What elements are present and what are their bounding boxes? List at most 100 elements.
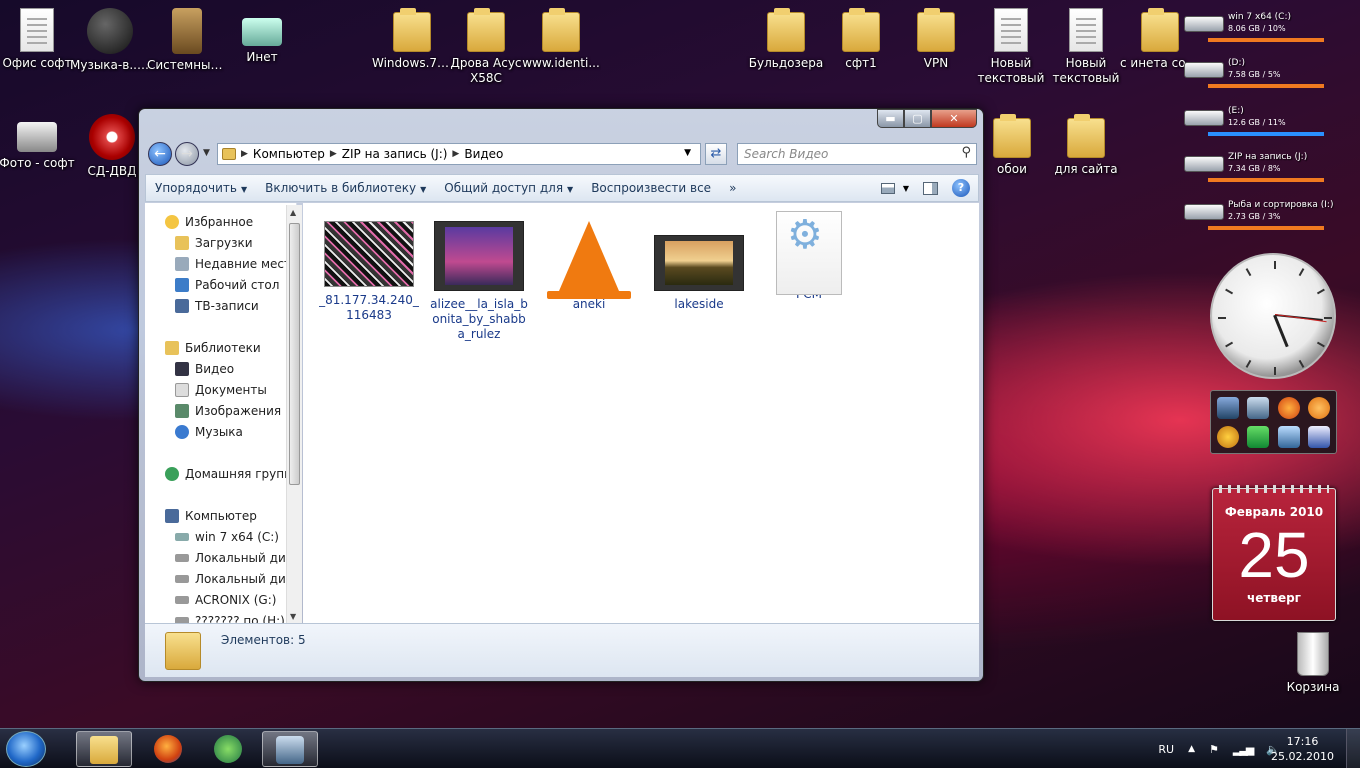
nav-recent-places[interactable]: Недавние места: [175, 255, 296, 273]
minimize-button[interactable]: ▬: [877, 109, 904, 128]
taskbar-explorer[interactable]: [76, 731, 132, 767]
share-with-button[interactable]: Общий доступ для ▼: [435, 181, 582, 195]
action-center-flag-icon[interactable]: ⚑: [1209, 743, 1219, 756]
scrollbar-thumb[interactable]: [289, 223, 300, 485]
desktop-icon-inet[interactable]: Инет: [222, 8, 302, 65]
nav-scrollbar[interactable]: ▲ ▼: [286, 205, 302, 623]
desktop-icon-buldozera[interactable]: Бульдозера: [746, 8, 826, 71]
language-indicator[interactable]: RU: [1158, 743, 1174, 756]
network-icon[interactable]: [1217, 396, 1240, 419]
nav-local-disk-2[interactable]: Локальный диск: [175, 570, 296, 588]
back-button[interactable]: ←: [148, 142, 172, 166]
nav-computer[interactable]: Компьютер: [165, 507, 257, 525]
nav-drive-h[interactable]: ??????? по (H:): [175, 612, 285, 623]
clock-tick: [1218, 317, 1226, 319]
nav-drive-c[interactable]: win 7 x64 (C:): [175, 528, 279, 546]
drive-gadget-d[interactable]: (D:) 7.58 GB / 5%: [1184, 58, 1328, 102]
forward-button[interactable]: →: [175, 142, 199, 166]
nav-local-disk-1[interactable]: Локальный диск: [175, 549, 296, 567]
signal-icon[interactable]: ▂▃▅: [1233, 743, 1254, 756]
desktop-icon-newtext1[interactable]: Новый текстовый ...: [971, 8, 1051, 86]
nav-documents[interactable]: Документы: [175, 381, 267, 399]
nav-video[interactable]: Видео: [175, 360, 234, 378]
taskbar-network-app[interactable]: [262, 731, 318, 767]
include-in-library-button[interactable]: Включить в библиотеку ▼: [256, 181, 435, 195]
desktop-icon-music[interactable]: Музыка-в... софт: [70, 8, 150, 73]
clock-area[interactable]: 17:16 25.02.2010: [1271, 734, 1334, 764]
show-desktop-button[interactable]: [1346, 729, 1360, 768]
refresh-button[interactable]: ⇄: [705, 143, 727, 165]
chevron-right-icon[interactable]: ▶: [330, 149, 337, 159]
preview-pane-button[interactable]: [923, 181, 938, 195]
desktop-icon-windows7[interactable]: Windows.7....: [372, 8, 452, 71]
drive-gadget-j[interactable]: ZIP на запись (J:) 7.34 GB / 8%: [1184, 152, 1328, 196]
play-icon[interactable]: [1247, 425, 1270, 448]
nav-desktop[interactable]: Рабочий стол: [175, 276, 279, 294]
breadcrumb[interactable]: ▶ Компьютер ▶ ZIP на запись (J:) ▶ Видео…: [217, 143, 701, 165]
desktop-icon-identi[interactable]: www.identi...: [521, 8, 601, 71]
breadcrumb-computer[interactable]: Компьютер: [253, 147, 325, 161]
change-view-button[interactable]: ▼: [880, 182, 909, 194]
desktop-icon-newtext2[interactable]: Новый текстовый ...: [1046, 8, 1126, 86]
nav-music[interactable]: Музыка: [175, 423, 243, 441]
nav-favorites[interactable]: Избранное: [165, 213, 253, 231]
desktop-icon-system[interactable]: Системный - софт: [147, 8, 227, 73]
taskbar-firefox[interactable]: [140, 731, 196, 767]
taskbar-media-center[interactable]: [200, 731, 256, 767]
desktop-icon-recycle-bin[interactable]: Корзина: [1273, 632, 1353, 695]
calendar-gadget[interactable]: Февраль 2010 25 четверг: [1212, 485, 1336, 621]
play-all-button[interactable]: Воспроизвести все: [582, 181, 720, 195]
search-icon[interactable]: ⚲: [961, 145, 971, 160]
nav-homegroup[interactable]: Домашняя группа: [165, 465, 296, 483]
folder-icon: [222, 148, 236, 160]
help-button[interactable]: ?: [952, 179, 970, 197]
nav-drive-g[interactable]: ACRONIX (G:): [175, 591, 276, 609]
explorer-window[interactable]: ▬ ▢ ✕ ← → ▼ ▶ Компьютер ▶ ZIP на запись …: [138, 108, 984, 682]
device-icon: [172, 8, 202, 54]
desktop-icon-drivers[interactable]: Дрова Асус X58C: [446, 8, 526, 86]
breadcrumb-video[interactable]: Видео: [464, 147, 503, 161]
desktop-icon-office[interactable]: Офис софт: [0, 8, 77, 71]
clock-gadget[interactable]: [1210, 253, 1336, 379]
drive-gadget-i[interactable]: Рыба и сортировка (I:) 2.73 GB / 3%: [1184, 200, 1333, 244]
more-commands-button[interactable]: »: [720, 181, 745, 195]
display-icon[interactable]: [1247, 396, 1270, 419]
organize-button[interactable]: Упорядочить ▼: [146, 181, 256, 195]
recent-pages-dropdown[interactable]: ▼: [203, 148, 210, 158]
show-hidden-icons[interactable]: ▲: [1188, 744, 1195, 754]
chevron-right-icon[interactable]: ▶: [241, 149, 248, 159]
file-item[interactable]: _81.177.34.240_116483: [319, 221, 419, 323]
desktop-icon-site[interactable]: для сайта: [1046, 114, 1126, 177]
cubes-icon[interactable]: [1277, 425, 1300, 448]
file-item[interactable]: alizee__la_isla_bonita_by_shabba_rulez: [429, 221, 529, 342]
firefox-icon[interactable]: [1277, 396, 1300, 419]
drive-gadget-e[interactable]: (E:) 12.6 GB / 11%: [1184, 106, 1328, 150]
mail-at-icon[interactable]: [1307, 396, 1330, 419]
start-button[interactable]: [6, 731, 46, 767]
drive-gadget-c[interactable]: win 7 x64 (C:) 8.06 GB / 10%: [1184, 12, 1328, 56]
word-icon[interactable]: [1307, 425, 1330, 448]
file-item[interactable]: lakeside: [649, 221, 749, 312]
desktop-icon-vpn[interactable]: VPN: [896, 8, 976, 71]
search-input[interactable]: Search Видео ⚲: [737, 143, 977, 165]
scroll-up-arrow[interactable]: ▲: [290, 208, 296, 217]
scroll-down-arrow[interactable]: ▼: [290, 612, 296, 621]
folder-icon: [1067, 114, 1105, 158]
desktop-icon-sft1[interactable]: сфт1: [821, 8, 901, 71]
nav-downloads[interactable]: Загрузки: [175, 234, 253, 252]
maximize-button[interactable]: ▢: [904, 109, 931, 128]
item-count: Элементов: 5: [221, 633, 306, 647]
nav-libraries[interactable]: Библиотеки: [165, 339, 261, 357]
nav-images[interactable]: Изображения: [175, 402, 281, 420]
close-button[interactable]: ✕: [931, 109, 977, 128]
desktop-icon-oboi[interactable]: обои: [972, 114, 1052, 177]
notepad-icon: [20, 8, 54, 52]
file-item[interactable]: ⚙ PCM: [759, 211, 859, 302]
sun-icon[interactable]: [1217, 425, 1240, 448]
file-item[interactable]: aneki: [539, 221, 639, 312]
nav-tv-recordings[interactable]: ТВ-записи: [175, 297, 259, 315]
chevron-right-icon[interactable]: ▶: [452, 149, 459, 159]
desktop-icon-photo[interactable]: Фото - софт: [0, 114, 77, 171]
breadcrumb-zip-drive[interactable]: ZIP на запись (J:): [342, 147, 448, 161]
chevron-down-icon[interactable]: ▼: [684, 148, 691, 158]
